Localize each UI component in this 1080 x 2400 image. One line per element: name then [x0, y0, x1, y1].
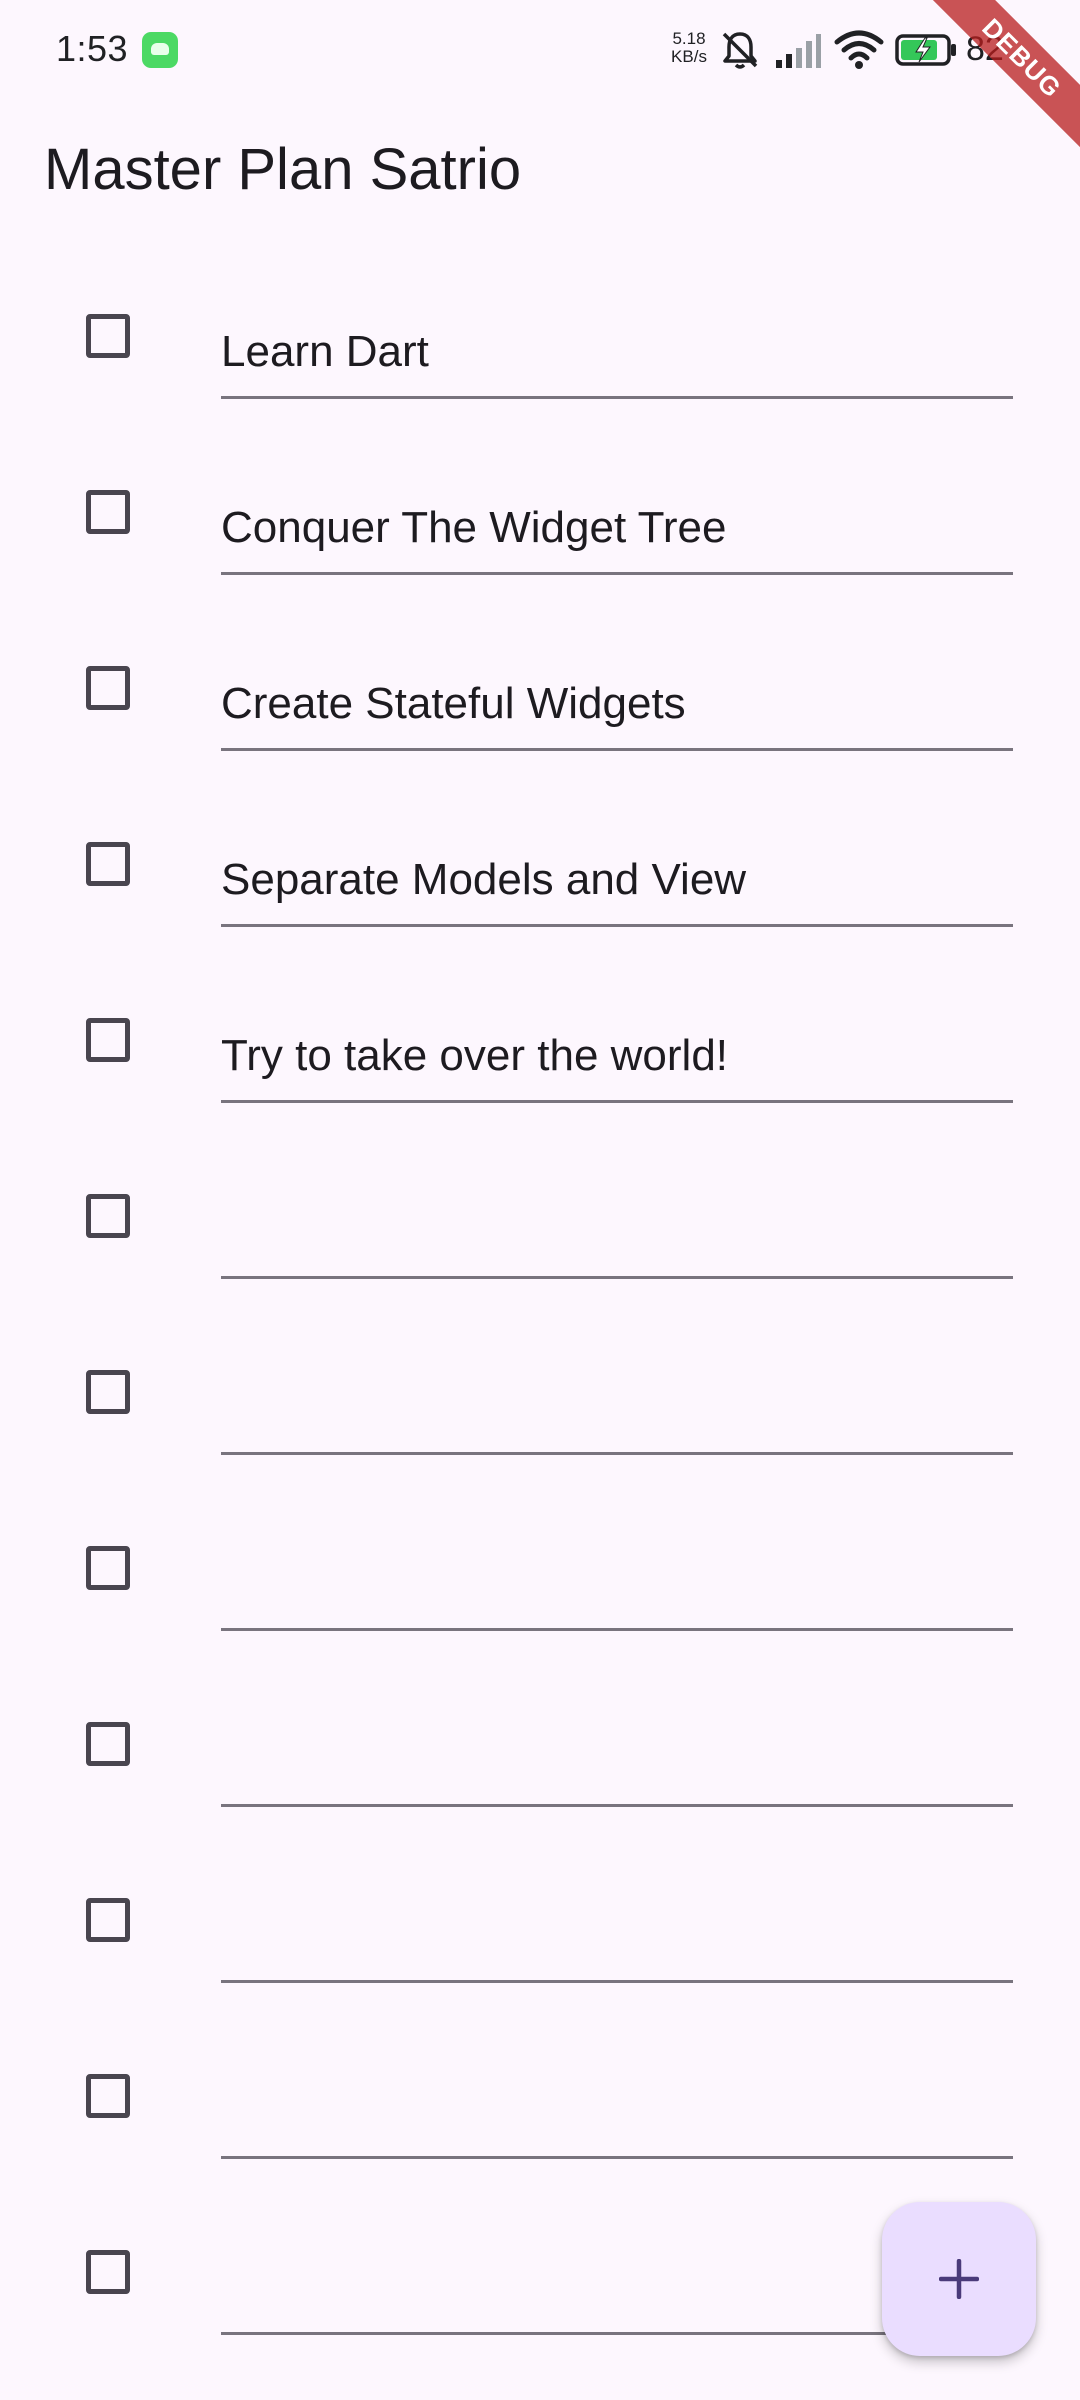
task-row	[0, 1152, 1080, 1328]
task-description-field[interactable]	[221, 1364, 1013, 1455]
task-checkbox[interactable]	[86, 1194, 130, 1238]
status-time: 1:53	[56, 28, 129, 69]
task-list	[0, 272, 1080, 2384]
task-checkbox[interactable]	[86, 842, 130, 886]
battery-charging-icon	[895, 34, 956, 66]
task-row	[0, 1856, 1080, 2032]
task-description-field[interactable]	[221, 1716, 1013, 1807]
muted-bell-icon	[722, 32, 758, 69]
task-checkbox[interactable]	[86, 1370, 130, 1414]
status-bar: 1:53 5.18 KB/s 82	[0, 0, 1080, 100]
task-description-field[interactable]	[221, 836, 1013, 927]
task-checkbox[interactable]	[86, 1546, 130, 1590]
page-title: Master Plan Satrio	[44, 137, 522, 202]
task-checkbox[interactable]	[86, 1898, 130, 1942]
task-description-field[interactable]	[221, 484, 1013, 575]
network-speed-unit: KB/s	[671, 47, 707, 66]
task-checkbox[interactable]	[86, 490, 130, 534]
network-speed: 5.18 KB/s	[668, 30, 710, 66]
task-row	[0, 448, 1080, 624]
task-description-field[interactable]	[221, 1012, 1013, 1103]
task-description-field[interactable]	[221, 308, 1013, 399]
task-row	[0, 1328, 1080, 1504]
task-checkbox[interactable]	[86, 314, 130, 358]
task-checkbox[interactable]	[86, 2074, 130, 2118]
task-description-field[interactable]	[221, 1540, 1013, 1631]
task-row	[0, 976, 1080, 1152]
task-row	[0, 1504, 1080, 1680]
task-row	[0, 1680, 1080, 1856]
task-row	[0, 2032, 1080, 2208]
green-app-icon	[142, 32, 178, 68]
task-row	[0, 624, 1080, 800]
add-task-button[interactable]	[882, 2202, 1036, 2356]
add-icon	[939, 2259, 979, 2299]
task-row	[0, 272, 1080, 448]
task-description-field[interactable]	[221, 1188, 1013, 1279]
task-checkbox[interactable]	[86, 666, 130, 710]
task-row	[0, 800, 1080, 976]
task-description-field[interactable]	[221, 2068, 1013, 2159]
task-checkbox[interactable]	[86, 1722, 130, 1766]
wifi-icon	[834, 30, 884, 69]
task-checkbox[interactable]	[86, 2250, 130, 2294]
task-description-field[interactable]	[221, 1892, 1013, 1983]
network-speed-value: 5.18	[672, 29, 706, 48]
task-checkbox[interactable]	[86, 1018, 130, 1062]
task-description-field[interactable]	[221, 660, 1013, 751]
signal-icon	[776, 34, 821, 68]
